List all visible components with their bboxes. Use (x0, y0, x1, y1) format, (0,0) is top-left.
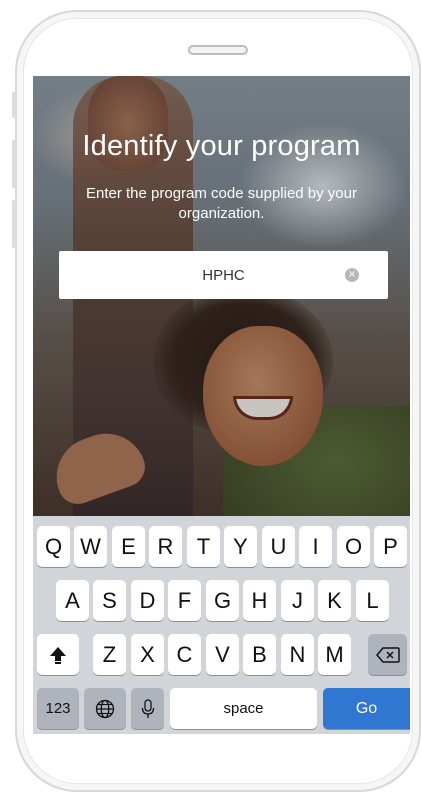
key-k[interactable]: K (318, 580, 351, 621)
page-title: Identify your program (82, 130, 361, 162)
key-j[interactable]: J (281, 580, 314, 621)
program-code-input[interactable] (59, 251, 388, 299)
key-o[interactable]: O (337, 526, 370, 567)
key-u[interactable]: U (262, 526, 295, 567)
earpiece-speaker (188, 45, 248, 55)
key-x[interactable]: X (131, 634, 164, 675)
globe-icon (95, 699, 115, 718)
page-subtitle: Enter the program code supplied by your … (86, 185, 357, 222)
key-h[interactable]: H (243, 580, 276, 621)
key-w[interactable]: W (74, 526, 107, 567)
backspace-icon (375, 646, 400, 663)
shift-key[interactable] (37, 634, 79, 675)
globe-key[interactable] (84, 688, 126, 729)
shift-arrow-icon (50, 646, 66, 664)
microphone-key[interactable] (131, 688, 164, 729)
key-b[interactable]: B (243, 634, 276, 675)
key-s[interactable]: S (93, 580, 126, 621)
key-n[interactable]: N (281, 634, 314, 675)
numbers-key[interactable]: 123 (37, 688, 79, 729)
key-m[interactable]: M (318, 634, 351, 675)
key-c[interactable]: C (168, 634, 201, 675)
key-p[interactable]: P (374, 526, 407, 567)
background-photo: Identify your program Enter the program … (33, 76, 410, 516)
space-key[interactable]: space (170, 688, 317, 729)
go-key[interactable]: Go (323, 688, 410, 729)
onscreen-keyboard: Q W E R T Y U I O P A S D F G H J K L Z … (33, 516, 410, 734)
volume-up-button (12, 140, 16, 188)
program-code-field[interactable]: × (59, 251, 388, 299)
key-e[interactable]: E (112, 526, 145, 567)
key-d[interactable]: D (131, 580, 164, 621)
device-mockup: Identify your program Enter the program … (0, 0, 422, 796)
key-r[interactable]: R (149, 526, 182, 567)
key-z[interactable]: Z (93, 634, 126, 675)
key-a[interactable]: A (56, 580, 89, 621)
key-f[interactable]: F (168, 580, 201, 621)
mute-switch (12, 92, 16, 118)
app-screen: Identify your program Enter the program … (33, 76, 410, 734)
key-v[interactable]: V (206, 634, 239, 675)
key-y[interactable]: Y (224, 526, 257, 567)
key-g[interactable]: G (206, 580, 239, 621)
microphone-icon (141, 698, 154, 718)
key-i[interactable]: I (299, 526, 332, 567)
key-t[interactable]: T (187, 526, 220, 567)
volume-down-button (12, 200, 16, 248)
clear-input-icon[interactable]: × (345, 268, 359, 282)
backspace-key[interactable] (368, 634, 407, 675)
key-q[interactable]: Q (37, 526, 70, 567)
key-l[interactable]: L (356, 580, 389, 621)
